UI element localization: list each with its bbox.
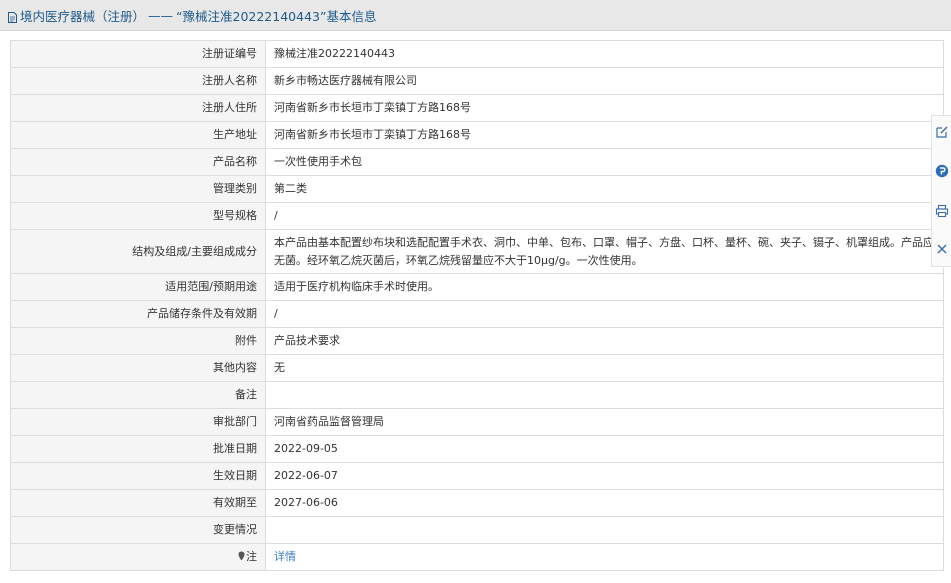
table-row: 注册人住所 河南省新乡市长垣市丁栾镇丁方路168号 xyxy=(10,94,944,122)
pin-icon xyxy=(238,549,245,561)
table-row: 适用范围/预期用途 适用于医疗机构临床手术时使用。 xyxy=(10,273,944,301)
row-label: 审批部门 xyxy=(10,408,266,436)
help-icon[interactable] xyxy=(935,164,949,178)
row-label: 附件 xyxy=(10,327,266,355)
record-title: “豫械注准20222140443”基本信息 xyxy=(176,8,377,24)
row-label: 注册证编号 xyxy=(10,40,266,68)
side-toolbar xyxy=(931,115,951,267)
row-value: / xyxy=(265,300,944,328)
table-row: 产品储存条件及有效期 / xyxy=(10,300,944,328)
table-row: 型号规格 / xyxy=(10,202,944,230)
row-label: 注册人名称 xyxy=(10,67,266,95)
print-icon[interactable] xyxy=(935,204,949,218)
row-label: 备注 xyxy=(10,381,266,409)
row-value-cell: 详情 xyxy=(265,543,944,571)
row-label: 产品储存条件及有效期 xyxy=(10,300,266,328)
table-row: 附件 产品技术要求 xyxy=(10,327,944,355)
detail-table: 注册证编号 豫械注准20222140443 注册人名称 新乡市畅达医疗器械有限公… xyxy=(10,40,944,571)
row-value: 2022-09-05 xyxy=(265,435,944,463)
row-label: 管理类别 xyxy=(10,175,266,203)
row-label: 生效日期 xyxy=(10,462,266,490)
row-label: 结构及组成/主要组成成分 xyxy=(10,229,266,274)
row-label: 有效期至 xyxy=(10,489,266,517)
row-value: 2027-06-06 xyxy=(265,489,944,517)
edit-icon[interactable] xyxy=(935,125,949,139)
table-row: 生产地址 河南省新乡市长垣市丁栾镇丁方路168号 xyxy=(10,121,944,149)
table-row: 其他内容 无 xyxy=(10,354,944,382)
row-value: 豫械注准20222140443 xyxy=(265,40,944,68)
title-separator: —— xyxy=(148,7,174,23)
row-label: 适用范围/预期用途 xyxy=(10,273,266,301)
table-row: 批准日期 2022-09-05 xyxy=(10,435,944,463)
table-row: 备注 xyxy=(10,381,944,409)
row-label: 批准日期 xyxy=(10,435,266,463)
details-link[interactable]: 详情 xyxy=(274,550,296,563)
row-value: 第二类 xyxy=(265,175,944,203)
row-label: 其他内容 xyxy=(10,354,266,382)
row-value: / xyxy=(265,202,944,230)
row-label: 变更情况 xyxy=(10,516,266,544)
row-value xyxy=(265,381,944,409)
row-value xyxy=(265,516,944,544)
category-label: 境内医疗器械（注册） xyxy=(20,8,146,24)
row-label: 型号规格 xyxy=(10,202,266,230)
table-row: 审批部门 河南省药品监督管理局 xyxy=(10,408,944,436)
page-title-bar: 境内医疗器械（注册） —— “豫械注准20222140443”基本信息 xyxy=(0,0,951,31)
row-value: 一次性使用手术包 xyxy=(265,148,944,176)
row-value: 河南省新乡市长垣市丁栾镇丁方路168号 xyxy=(265,121,944,149)
table-row: 变更情况 xyxy=(10,516,944,544)
table-row: 注册证编号 豫械注准20222140443 xyxy=(10,40,944,68)
row-label: 注册人住所 xyxy=(10,94,266,122)
row-value: 新乡市畅达医疗器械有限公司 xyxy=(265,67,944,95)
row-value: 2022-06-07 xyxy=(265,462,944,490)
row-label: 注 xyxy=(246,550,257,563)
table-row: 注册人名称 新乡市畅达医疗器械有限公司 xyxy=(10,67,944,95)
table-row: 结构及组成/主要组成成分 本产品由基本配置纱布块和选配配置手术衣、洞巾、中单、包… xyxy=(10,229,944,274)
table-row: 有效期至 2027-06-06 xyxy=(10,489,944,517)
document-icon xyxy=(8,11,17,23)
row-label: 产品名称 xyxy=(10,148,266,176)
close-icon[interactable] xyxy=(935,242,949,256)
note-label-cell: 注 xyxy=(10,543,266,571)
row-value: 产品技术要求 xyxy=(265,327,944,355)
row-label: 生产地址 xyxy=(10,121,266,149)
table-row: 产品名称 一次性使用手术包 xyxy=(10,148,944,176)
table-row: 注 详情 xyxy=(10,543,944,571)
row-value: 无 xyxy=(265,354,944,382)
row-value: 河南省药品监督管理局 xyxy=(265,408,944,436)
table-row: 管理类别 第二类 xyxy=(10,175,944,203)
row-value: 河南省新乡市长垣市丁栾镇丁方路168号 xyxy=(265,94,944,122)
row-value: 适用于医疗机构临床手术时使用。 xyxy=(265,273,944,301)
row-value: 本产品由基本配置纱布块和选配配置手术衣、洞巾、中单、包布、口罩、帽子、方盘、口杯… xyxy=(265,229,944,274)
table-row: 生效日期 2022-06-07 xyxy=(10,462,944,490)
